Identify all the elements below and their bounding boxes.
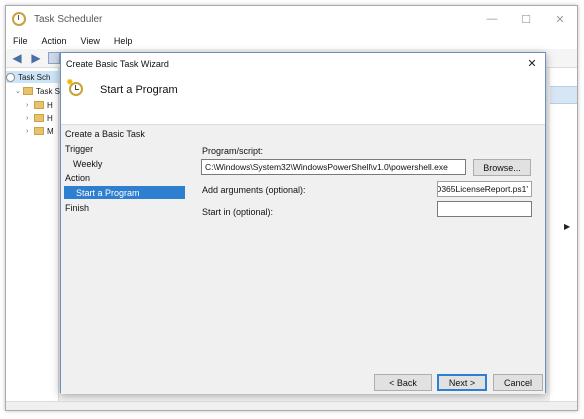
back-button[interactable]: < Back — [374, 374, 432, 391]
step-action[interactable]: Action — [61, 171, 186, 184]
folder-icon — [34, 114, 44, 122]
folder-icon — [34, 101, 44, 109]
program-script-input[interactable]: C:\Windows\System32\WindowsPowerShell\v1… — [201, 159, 466, 175]
step-finish[interactable]: Finish — [61, 201, 186, 214]
step-weekly[interactable]: Weekly — [61, 157, 186, 170]
tree-item-label: M — [47, 126, 54, 136]
wizard-clock-icon: ✸ — [66, 77, 84, 97]
back-arrow-icon[interactable]: ◀ — [9, 51, 25, 65]
tree-item-folder-1[interactable]: › H — [26, 99, 53, 111]
dialog-body: Create a Basic Task Trigger Weekly Actio… — [61, 124, 545, 394]
menu-bar: File Action View Help — [6, 32, 577, 49]
close-icon[interactable]: ✕ — [543, 6, 577, 32]
create-basic-task-wizard: Create Basic Task Wizard ✕ ✸ Start a Pro… — [60, 52, 546, 394]
minimize-icon[interactable]: — — [475, 6, 509, 32]
menu-file[interactable]: File — [6, 36, 35, 46]
tree-item-task-scheduler[interactable]: Task Sch — [6, 71, 66, 83]
start-in-input[interactable] — [437, 201, 532, 217]
tree-item-label: H — [47, 113, 53, 123]
step-start-a-program[interactable]: Start a Program — [64, 186, 185, 199]
menu-action[interactable]: Action — [35, 36, 74, 46]
close-icon[interactable]: ✕ — [519, 53, 545, 74]
dialog-header: ✸ Start a Program — [61, 74, 545, 124]
dialog-title: Create Basic Task Wizard — [66, 58, 169, 69]
actions-header[interactable] — [550, 86, 577, 104]
main-titlebar: Task Scheduler — ☐ ✕ — [6, 6, 577, 32]
step-create-basic-task[interactable]: Create a Basic Task — [61, 127, 186, 140]
show-hide-tree-icon[interactable] — [48, 52, 60, 64]
chevron-right-icon[interactable]: ▶ — [564, 222, 570, 231]
chevron-right-icon[interactable]: › — [26, 115, 34, 122]
tree-item-label: Task Sch — [18, 72, 51, 82]
chevron-right-icon[interactable]: › — [26, 128, 34, 135]
star-icon: ✸ — [66, 77, 74, 87]
program-script-label: Program/script: — [202, 146, 264, 156]
menu-help[interactable]: Help — [107, 36, 140, 46]
step-trigger[interactable]: Trigger — [61, 142, 186, 155]
forward-arrow-icon[interactable]: ▶ — [28, 51, 44, 65]
chevron-right-icon[interactable]: › — [26, 102, 34, 109]
folder-icon — [34, 127, 44, 135]
tree-item-label: H — [47, 100, 53, 110]
chevron-down-icon[interactable]: ⌄ — [15, 87, 23, 95]
tree-item-folder-3[interactable]: › M — [26, 125, 54, 137]
clock-icon — [6, 72, 15, 82]
tree-item-label: Task S — [36, 86, 61, 96]
dialog-titlebar: Create Basic Task Wizard ✕ — [61, 53, 545, 74]
next-button[interactable]: Next > — [437, 374, 487, 391]
start-in-label: Start in (optional): — [202, 207, 274, 217]
page-heading: Start a Program — [100, 84, 178, 96]
console-tree: Task Sch ⌄ Task S › H › H › M — [6, 68, 66, 410]
main-window-title: Task Scheduler — [34, 13, 103, 25]
menu-view[interactable]: View — [74, 36, 107, 46]
folder-icon — [23, 87, 33, 95]
tree-item-task-library[interactable]: ⌄ Task S — [15, 85, 60, 97]
add-arguments-label: Add arguments (optional): — [202, 185, 306, 195]
tree-item-folder-2[interactable]: › H — [26, 112, 53, 124]
maximize-icon[interactable]: ☐ — [509, 6, 543, 32]
add-arguments-input[interactable]: -O365LicenseReport.ps1' — [437, 181, 532, 197]
browse-button[interactable]: Browse... — [473, 159, 531, 176]
window-controls: — ☐ ✕ — [475, 6, 577, 32]
actions-pane: ▶ — [550, 68, 577, 410]
cancel-button[interactable]: Cancel — [493, 374, 543, 391]
horizontal-scrollbar[interactable] — [6, 401, 577, 410]
task-scheduler-icon — [12, 12, 26, 26]
